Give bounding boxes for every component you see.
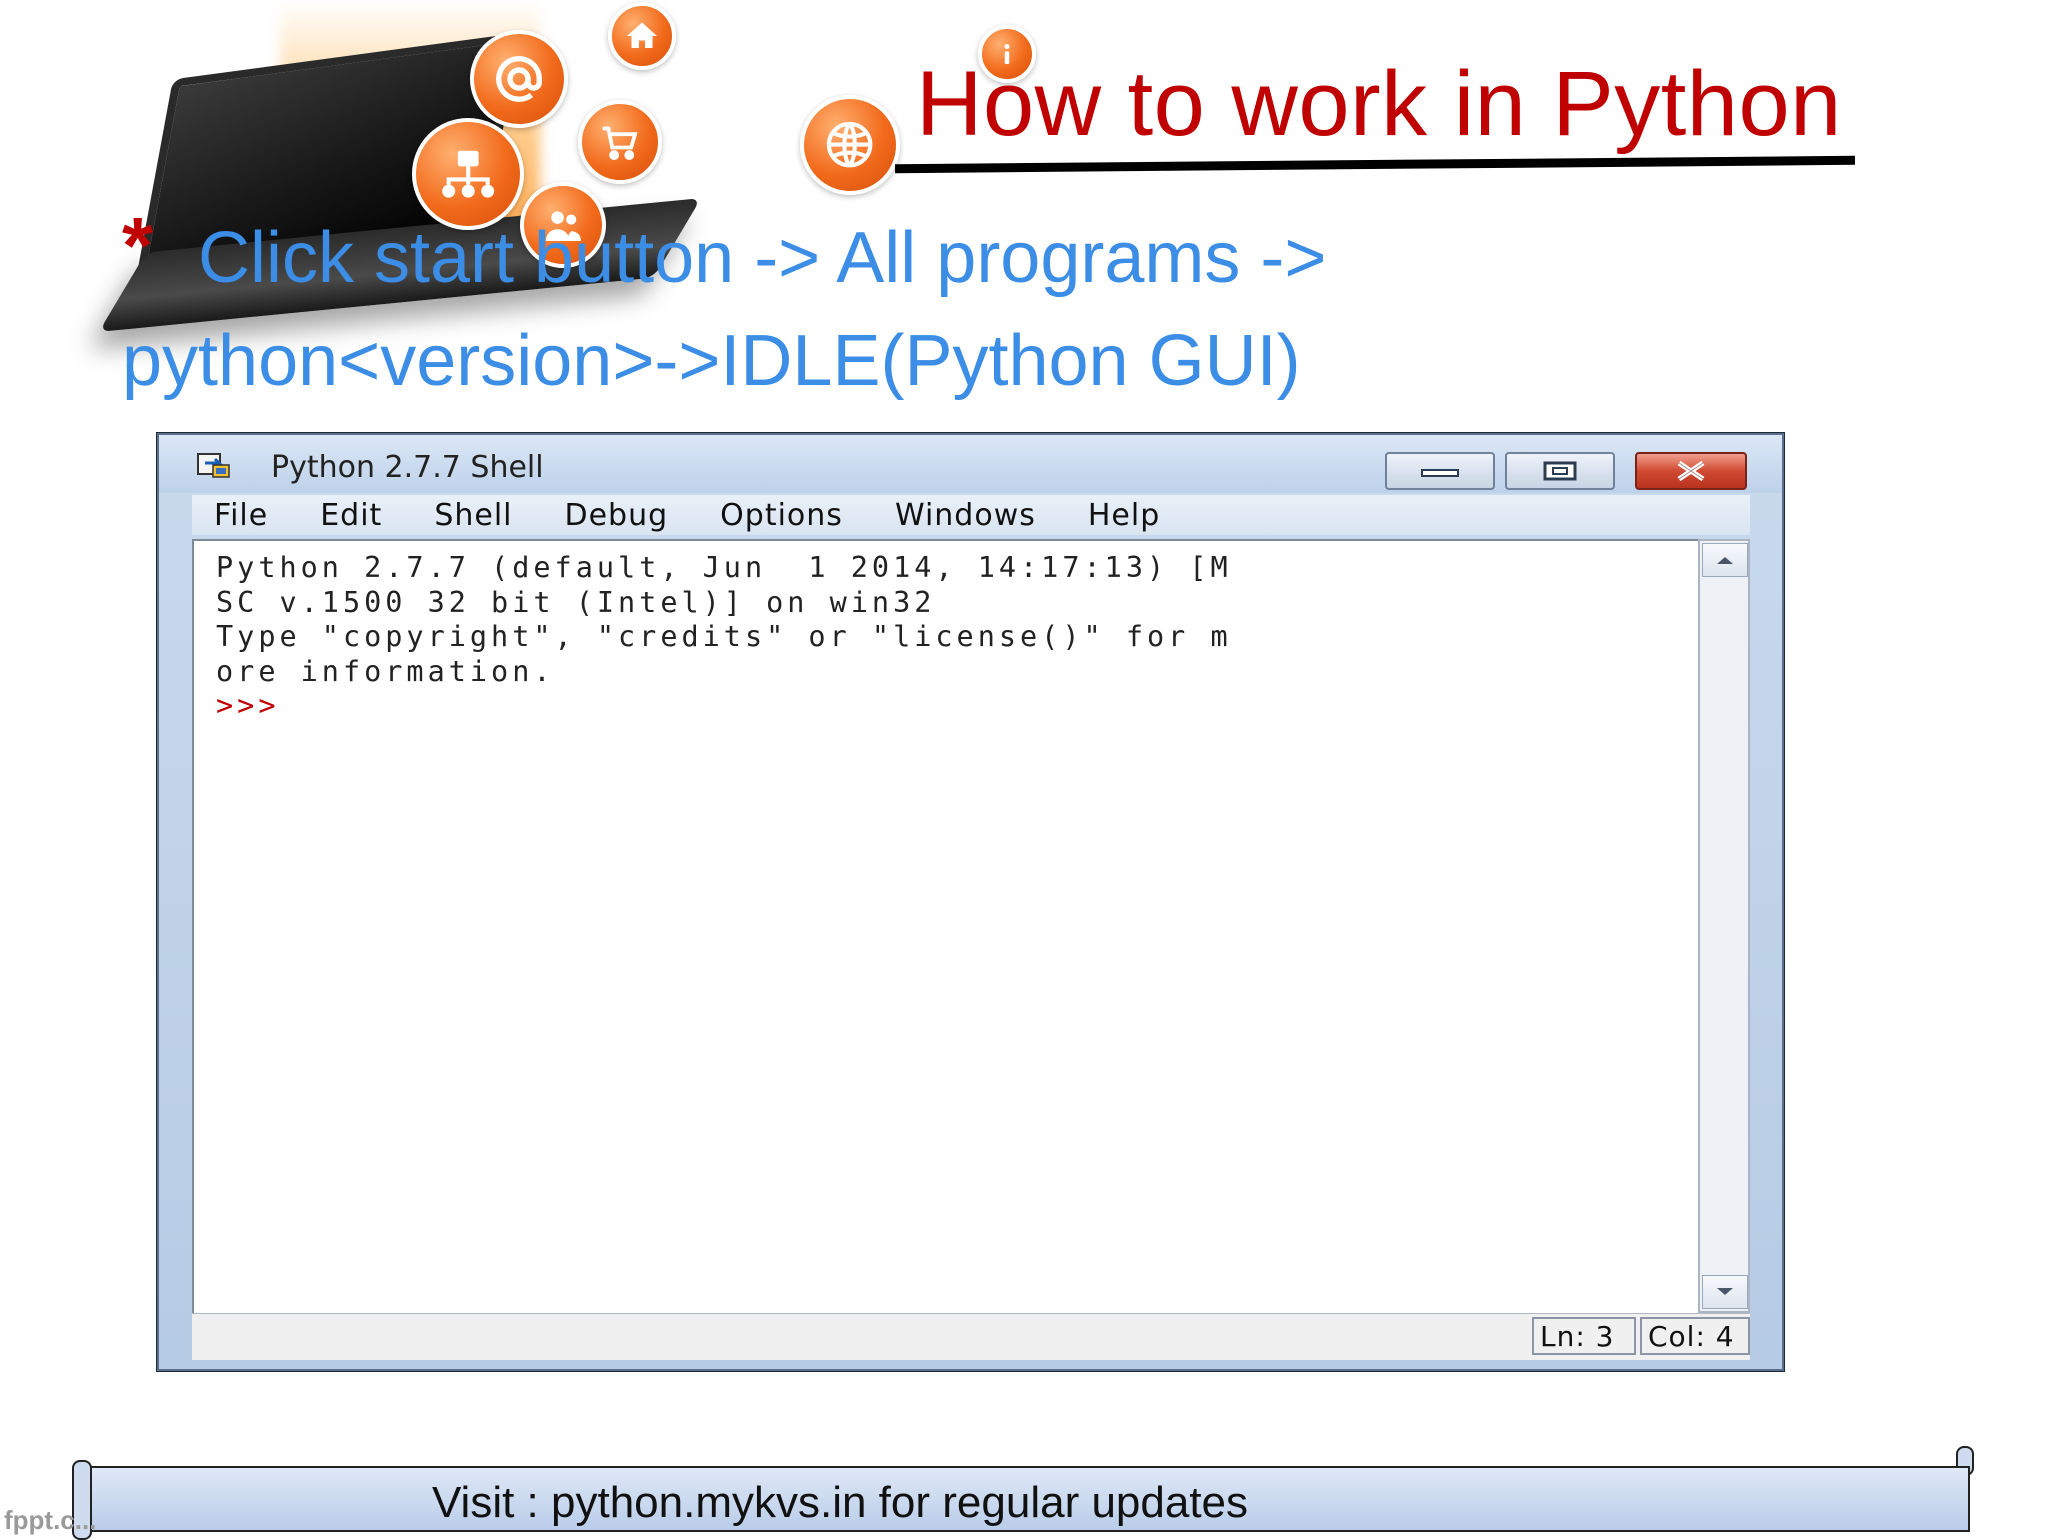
arrow-down-icon <box>1717 1288 1733 1295</box>
instruction-line-1: Click start button -> All programs -> <box>198 218 1327 298</box>
status-line: Ln: 3 <box>1532 1317 1636 1355</box>
vertical-scrollbar[interactable] <box>1698 539 1750 1313</box>
scroll-up-button[interactable] <box>1702 543 1748 577</box>
shopping-cart-icon <box>578 100 662 184</box>
watermark: fppt.c... <box>4 1505 97 1535</box>
network-icon <box>412 118 524 230</box>
menu-shell[interactable]: Shell <box>434 498 512 533</box>
window-title: Python 2.7.7 Shell <box>271 450 544 485</box>
arrow-up-icon <box>1717 557 1733 564</box>
status-column: Col: 4 <box>1640 1317 1750 1355</box>
globe-icon <box>800 95 900 195</box>
title-underline <box>894 155 1856 174</box>
menu-file[interactable]: File <box>214 498 268 533</box>
maximize-icon <box>1543 461 1577 481</box>
python-idle-icon <box>197 453 230 478</box>
slide-title: How to work in Python <box>916 53 1842 155</box>
shell-text-area[interactable]: Python 2.7.7 (default, Jun 1 2014, 14:17… <box>192 539 1698 1315</box>
footer-banner: Visit : python.mykvs.in for regular upda… <box>80 1466 1970 1532</box>
menu-help[interactable]: Help <box>1088 498 1160 533</box>
footer-text: Visit : python.mykvs.in for regular upda… <box>432 1478 1249 1527</box>
menu-windows[interactable]: Windows <box>895 498 1036 533</box>
instruction-line-2: python<version>->IDLE(Python GUI) <box>122 321 1301 401</box>
close-button[interactable] <box>1635 452 1747 490</box>
scroll-down-button[interactable] <box>1702 1275 1748 1309</box>
menu-options[interactable]: Options <box>720 498 843 533</box>
idle-shell-window: Python 2.7.7 Shell File Edit Shell Debug… <box>157 433 1784 1371</box>
menu-debug[interactable]: Debug <box>565 498 669 533</box>
email-icon <box>470 30 568 128</box>
bullet-marker: * <box>122 201 154 290</box>
status-bar: Ln: 3 Col: 4 <box>192 1313 1750 1360</box>
close-icon <box>1677 460 1705 482</box>
window-titlebar[interactable]: Python 2.7.7 Shell <box>159 435 1782 493</box>
menu-edit[interactable]: Edit <box>320 498 382 533</box>
shell-prompt: >>> <box>216 689 280 722</box>
minimize-button[interactable] <box>1385 452 1495 490</box>
home-icon <box>608 2 676 70</box>
menu-bar: File Edit Shell Debug Options Windows He… <box>192 495 1750 535</box>
maximize-button[interactable] <box>1505 452 1615 490</box>
shell-output: Python 2.7.7 (default, Jun 1 2014, 14:17… <box>216 551 1232 688</box>
minimize-icon <box>1421 469 1459 477</box>
